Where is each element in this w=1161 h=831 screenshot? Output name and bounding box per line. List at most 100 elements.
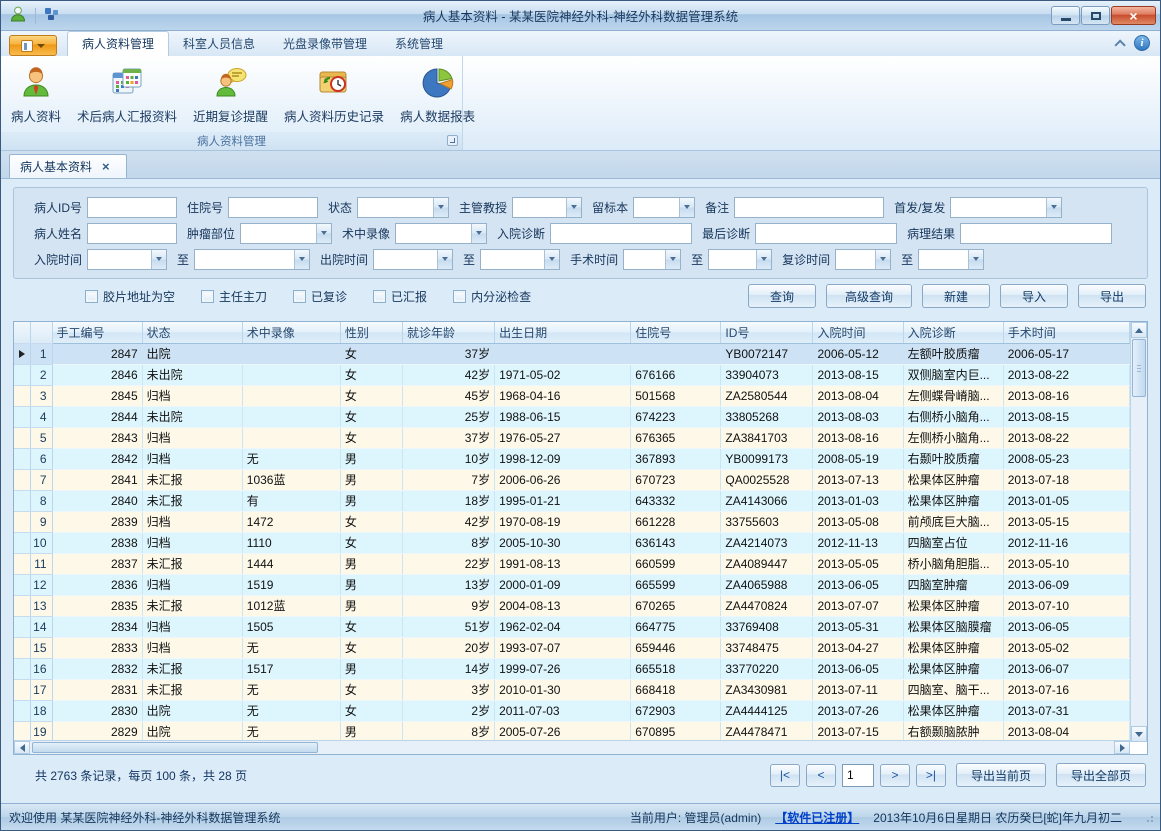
table-row[interactable]: 122836归档1519男13岁2000-01-09665599ZA406598… [14, 574, 1130, 595]
row-selector-header[interactable] [14, 322, 30, 343]
table-cell[interactable]: 1517 [242, 658, 340, 679]
table-cell[interactable]: 2012-11-13 [813, 532, 903, 553]
table-cell[interactable]: 670895 [631, 721, 721, 742]
table-cell[interactable]: 1999-07-26 [495, 658, 631, 679]
table-cell[interactable]: 2846 [52, 364, 142, 385]
row-selector-cell[interactable] [14, 364, 30, 385]
ribbon-tab-patient-management[interactable]: 病人资料管理 [67, 31, 169, 56]
combo-dropdown-button[interactable] [316, 224, 331, 243]
row-number-cell[interactable]: 12 [30, 574, 52, 595]
row-selector-cell[interactable] [14, 574, 30, 595]
table-cell[interactable]: 2835 [52, 595, 142, 616]
filter-checkbox[interactable]: 内分泌检查 [453, 288, 531, 305]
table-cell[interactable]: 2010-01-30 [495, 679, 631, 700]
table-row[interactable]: 82840未汇报有男18岁1995-01-21643332ZA414306620… [14, 490, 1130, 511]
table-cell[interactable]: 668418 [631, 679, 721, 700]
table-cell[interactable]: 双侧脑室内巨... [903, 364, 1003, 385]
table-row[interactable]: 102838归档1110女8岁2005-10-30636143ZA4214073… [14, 532, 1130, 553]
table-row[interactable]: 132835未汇报1012蓝男9岁2004-08-13670265ZA44708… [14, 595, 1130, 616]
filter-combo[interactable] [950, 197, 1062, 218]
table-cell[interactable]: 归档 [142, 511, 242, 532]
table-cell[interactable]: 女 [340, 511, 402, 532]
table-row[interactable]: 192829出院无男8岁2005-07-26670895ZA4478471201… [14, 721, 1130, 742]
filter-combo[interactable] [194, 249, 310, 270]
table-cell[interactable]: 8岁 [402, 532, 494, 553]
table-row[interactable]: 112837未汇报1444男22岁1991-08-13660599ZA40894… [14, 553, 1130, 574]
table-cell[interactable]: 松果体区肿瘤 [903, 637, 1003, 658]
combo-dropdown-button[interactable] [1046, 198, 1061, 217]
table-cell[interactable]: 归档 [142, 532, 242, 553]
table-cell[interactable]: 归档 [142, 637, 242, 658]
combo-dropdown-button[interactable] [665, 250, 680, 269]
tab-close-icon[interactable]: × [102, 160, 110, 173]
postop-report-button[interactable]: 术后病人汇报资料 [69, 60, 185, 129]
table-cell[interactable]: 右额颞脑脓肿 [903, 721, 1003, 742]
combo-dropdown-button[interactable] [875, 250, 890, 269]
table-cell[interactable]: 2842 [52, 448, 142, 469]
table-cell[interactable]: 左额叶胶质瘤 [903, 343, 1003, 364]
table-cell[interactable]: 2013-07-10 [1003, 595, 1129, 616]
row-number-cell[interactable]: 1 [30, 343, 52, 364]
table-cell[interactable]: 有 [242, 490, 340, 511]
info-icon[interactable]: i [1134, 35, 1150, 51]
table-cell[interactable]: 676365 [631, 427, 721, 448]
combo-dropdown-button[interactable] [433, 198, 448, 217]
row-selector-cell[interactable] [14, 553, 30, 574]
combo-dropdown-button[interactable] [756, 250, 771, 269]
filter-combo[interactable] [623, 249, 681, 270]
column-header[interactable]: 入院诊断 [903, 322, 1003, 343]
table-row[interactable]: 42844未出院女25岁1988-06-15674223338052682013… [14, 406, 1130, 427]
table-cell[interactable]: 2013-05-08 [813, 511, 903, 532]
table-cell[interactable]: 2013-05-05 [813, 553, 903, 574]
action-button[interactable]: 查询 [748, 284, 816, 308]
table-cell[interactable]: 归档 [142, 448, 242, 469]
table-cell[interactable]: 2013-08-22 [1003, 364, 1129, 385]
table-cell[interactable]: 2013-07-11 [813, 679, 903, 700]
table-cell[interactable]: 左侧蝶骨嵴脑... [903, 385, 1003, 406]
filter-input[interactable] [550, 223, 692, 244]
filter-combo[interactable] [395, 223, 487, 244]
table-cell[interactable]: 男 [340, 658, 402, 679]
table-row[interactable]: 142834归档1505女51岁1962-02-0466477533769408… [14, 616, 1130, 637]
action-button[interactable]: 新建 [922, 284, 990, 308]
filter-input[interactable] [87, 223, 177, 244]
table-cell[interactable]: ZA4089447 [721, 553, 813, 574]
table-cell[interactable]: 2013-07-13 [813, 469, 903, 490]
table-cell[interactable] [495, 343, 631, 364]
first-page-button[interactable]: |< [770, 764, 800, 787]
filter-input[interactable] [755, 223, 897, 244]
table-cell[interactable]: 33748475 [721, 637, 813, 658]
table-cell[interactable]: 无 [242, 679, 340, 700]
row-selector-cell[interactable] [14, 343, 30, 364]
row-number-cell[interactable]: 8 [30, 490, 52, 511]
table-cell[interactable]: 松果体区肿瘤 [903, 658, 1003, 679]
table-cell[interactable]: 674223 [631, 406, 721, 427]
row-selector-cell[interactable] [14, 532, 30, 553]
table-cell[interactable]: 2836 [52, 574, 142, 595]
combo-value[interactable] [836, 250, 875, 269]
column-header[interactable]: 就诊年龄 [402, 322, 494, 343]
table-cell[interactable]: 2013-06-05 [1003, 616, 1129, 637]
table-cell[interactable]: 2013-07-16 [1003, 679, 1129, 700]
row-selector-cell[interactable] [14, 721, 30, 742]
collapse-ribbon-icon[interactable] [1114, 39, 1125, 50]
table-cell[interactable]: 女 [340, 406, 402, 427]
combo-dropdown-button[interactable] [151, 250, 166, 269]
table-cell[interactable]: 42岁 [402, 511, 494, 532]
table-cell[interactable]: 出院 [142, 700, 242, 721]
table-cell[interactable]: 1991-08-13 [495, 553, 631, 574]
table-cell[interactable]: 2005-10-30 [495, 532, 631, 553]
combo-dropdown-button[interactable] [566, 198, 581, 217]
combo-value[interactable] [951, 198, 1046, 217]
combo-value[interactable] [481, 250, 544, 269]
table-cell[interactable]: 2834 [52, 616, 142, 637]
row-selector-cell[interactable] [14, 595, 30, 616]
table-cell[interactable]: 2838 [52, 532, 142, 553]
table-cell[interactable]: 2004-08-13 [495, 595, 631, 616]
scroll-up-button[interactable] [1131, 322, 1147, 338]
table-cell[interactable]: 1993-07-07 [495, 637, 631, 658]
filter-combo[interactable] [87, 249, 167, 270]
table-cell[interactable]: 1976-05-27 [495, 427, 631, 448]
table-cell[interactable]: 女 [340, 385, 402, 406]
application-menu-button[interactable] [9, 35, 57, 56]
